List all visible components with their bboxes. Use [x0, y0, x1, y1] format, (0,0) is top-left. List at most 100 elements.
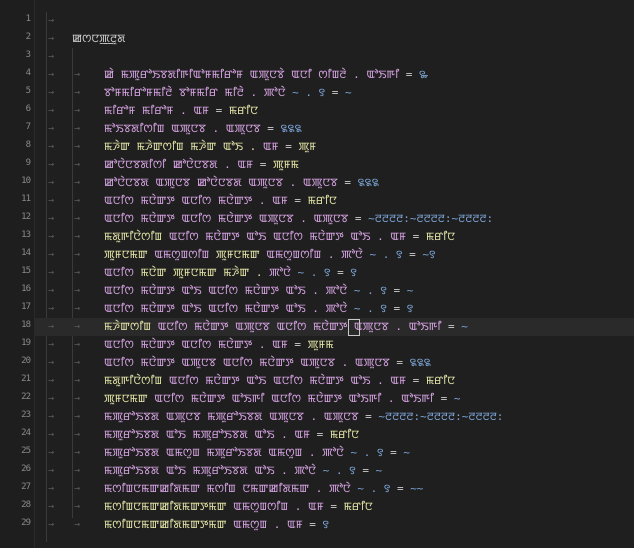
code-line[interactable]: → → ꯃꯣꯏꯕꯗꯤꯁꯤꯡ ꯑꯄꯨꯅꯕ . ꯑꯄꯨꯅꯕ = ꯲꯲꯲	[34, 120, 634, 138]
code-line[interactable]: → → ꯃꯍꯥꯛꯁꯤꯡ ꯑꯅꯤꯁ ꯃꯅꯥꯛꯇ ꯑꯄꯨꯅꯕ ꯑꯅꯤꯁ ꯃꯅꯥꯛꯇ ꯑꯄ…	[34, 318, 634, 336]
code-line[interactable]: → → ꯑꯅꯤꯁ ꯃꯅꯥꯛꯇ ꯑꯣꯏ ꯑꯅꯤꯁ ꯃꯅꯥꯛꯇ ꯑꯣꯏ . ꯄꯣꯅꯥ ~…	[34, 282, 634, 300]
tab-arrow-icon: →	[48, 357, 55, 368]
code-line[interactable]: → → ꯄꯨꯝꯅꯃꯛ ꯑꯃꯁꯨꯡꯁꯤꯡ ꯄꯨꯝꯅꯃꯛ ꯑꯃꯁꯨꯡꯁꯤꯡ . ꯄꯣꯅꯥ…	[34, 246, 634, 264]
code-token: ꯑꯝ	[272, 194, 295, 207]
code-token: ꯃꯍꯥꯛꯁꯤꯡ	[104, 320, 158, 333]
code-token: ꯑꯅꯤꯁ ꯃꯅꯥꯛꯇ ꯑꯄꯨꯅꯕ ꯑꯅꯤꯁ ꯃꯅꯥꯛꯇ ꯑꯄꯨꯅꯕ . ꯑꯣꯏꯒ…	[157, 320, 448, 333]
code-token: =	[362, 464, 376, 477]
code-token: =	[448, 320, 462, 333]
code-token: ꯑꯝ	[294, 428, 317, 441]
tab-arrow-icon: →	[74, 231, 81, 242]
code-line[interactable]: →	[34, 48, 634, 66]
tab-arrow-icon: →	[74, 501, 81, 512]
code-line[interactable]: → → ꯑꯅꯤꯁ ꯃꯅꯥꯛꯇ ꯑꯣꯏ ꯑꯅꯤꯁ ꯃꯅꯥꯛꯇ ꯑꯣꯏ . ꯄꯣꯅꯥ ~…	[34, 300, 634, 318]
tab-arrow-icon: →	[48, 87, 55, 98]
code-text: ꯑꯅꯤꯁ ꯃꯅꯥꯛꯇ ꯑꯅꯤꯁ ꯃꯅꯥꯛꯇ ꯑꯄꯨꯅꯕ . ꯑꯄꯨꯅꯕ = ~ꯂ…	[104, 210, 493, 228]
code-token: ꯑꯅꯤꯁ ꯃꯅꯥꯛꯇ ꯑꯅꯤꯁ ꯃꯅꯥꯛꯇ .	[104, 338, 273, 351]
code-line[interactable]: → → ꯑꯅꯤꯁ ꯃꯅꯥꯛꯇ ꯑꯄꯨꯅꯕ ꯑꯅꯤꯁ ꯃꯅꯥꯛꯇ ꯑꯄꯨꯅꯕ . ꯑꯄ…	[34, 354, 634, 372]
tab-arrow-icon: →	[48, 429, 55, 440]
code-text: ꯃꯁꯤꯡꯅꯃꯛꯀꯤꯗꯃꯛꯇꯃꯛ ꯑꯃꯁꯨꯡ . ꯑꯝ = ꯱	[104, 516, 329, 534]
code-line[interactable]: → → ꯀꯣꯅꯥꯅꯕꯗ ꯑꯄꯨꯅꯕ ꯀꯣꯅꯥꯅꯕꯗ ꯑꯄꯨꯅꯕ . ꯑꯄꯨꯅꯕ = …	[34, 174, 634, 192]
code-token: ꯄꯨꯝꯅꯃꯛ	[104, 248, 155, 261]
line-number: 10	[21, 176, 31, 186]
line-number: 2	[25, 32, 31, 42]
code-token: ꯃꯄꯨꯔꯣꯏꯕꯗ ꯑꯃꯁꯨꯡ ꯃꯄꯨꯔꯣꯏꯕꯗ ꯑꯃꯁꯨꯡ . ꯄꯣꯅꯥ	[104, 446, 351, 459]
code-area[interactable]: → → ꯀꯁꯅꯄ꯭ꯂꯨꯗ → → → ꯀꯥ ꯃꯄꯨꯔꯣꯏꯕꯗꯤꯒꯤꯑꯣꯝꯃꯤꯔꯣꯝ ꯑꯄꯨꯅ…	[34, 0, 634, 548]
code-line[interactable]: → → ꯑꯅꯤꯁ ꯃꯅꯥꯛꯇ ꯑꯅꯤꯁ ꯃꯅꯥꯛꯇ . ꯑꯝ = ꯄꯨꯝꯃ	[34, 336, 634, 354]
code-line[interactable]: → → ꯑꯅꯤꯁ ꯃꯅꯥꯛꯇ ꯑꯅꯤꯁ ꯃꯅꯥꯛꯇ ꯑꯄꯨꯅꯕ . ꯑꯄꯨꯅꯕ = …	[34, 210, 634, 228]
code-token: ~	[453, 392, 461, 405]
tab-arrow-icon: →	[48, 267, 55, 278]
tab-arrow-icon: →	[74, 411, 81, 422]
line-number: 28	[21, 500, 31, 510]
tab-arrow-icon: →	[48, 141, 55, 152]
code-line[interactable]: → → ꯃꯍꯥꯛ ꯃꯍꯥꯛꯁꯤꯡ ꯃꯍꯥꯛ ꯑꯣꯏ . ꯑꯝ = ꯄꯨꯝ	[34, 138, 634, 156]
code-line[interactable]: → → ꯃꯄꯨꯔꯣꯏꯕꯗ ꯑꯄꯨꯅꯕ ꯃꯄꯨꯔꯣꯏꯕꯗ ꯑꯄꯨꯅꯕ . ꯑꯄꯨꯅꯕ …	[34, 408, 634, 426]
line-number: 3	[25, 50, 31, 60]
code-line[interactable]: → → ꯄꯨꯝꯅꯃꯛ ꯑꯅꯤꯁ ꯃꯅꯥꯛꯇ ꯑꯣꯏꯒꯤ ꯑꯅꯤꯁ ꯃꯅꯥꯛꯇ ꯑꯣꯏ…	[34, 390, 634, 408]
code-token: =	[409, 248, 423, 261]
tab-arrow-icon: →	[48, 177, 55, 188]
code-line[interactable]: → → ꯀꯣꯅꯥꯅꯕꯗꯤꯁꯤ ꯀꯣꯅꯥꯅꯕꯗ . ꯑꯝ = ꯄꯨꯝꯃ	[34, 156, 634, 174]
code-token: ꯀꯥ ꯃꯄꯨꯔꯣꯏꯕꯗꯤꯒꯤꯑꯣꯝꯃꯤꯔꯣꯝ ꯑꯄꯨꯅꯕꯥ ꯑꯅꯤ ꯁꯤꯡꯂꯥ …	[104, 68, 406, 81]
tab-arrow-icon: →	[48, 285, 55, 296]
code-token: =	[344, 176, 358, 189]
code-token: ~ . ꯱	[369, 248, 410, 261]
code-token: ꯑꯅꯤꯁ ꯃꯅꯥꯛꯇ ꯑꯣꯏ ꯑꯅꯤꯁ ꯃꯅꯥꯛꯇ ꯑꯣꯏ . ꯑꯝ	[168, 374, 413, 387]
code-line[interactable]: → → ꯃꯗꯨꯒꯤꯅꯥꯁꯤꯡ ꯑꯅꯤꯁ ꯃꯅꯥꯛꯇ ꯑꯣꯏ ꯑꯅꯤꯁ ꯃꯅꯥꯛꯇ ꯑ…	[34, 228, 634, 246]
line-number: 20	[21, 356, 31, 366]
code-text: ꯀꯣꯅꯥꯅꯕꯗꯤꯁꯤ ꯀꯣꯅꯥꯅꯕꯗ . ꯑꯝ = ꯄꯨꯝꯃ	[104, 156, 299, 174]
code-line[interactable]: → → ꯑꯅꯤꯁ ꯃꯅꯥꯛꯇ ꯑꯅꯤꯁ ꯃꯅꯥꯛꯇ . ꯑꯝ = ꯃꯔꯤꯅ	[34, 192, 634, 210]
code-token: ꯑꯝ	[262, 140, 286, 153]
line-number: 19	[21, 338, 31, 348]
code-line[interactable]: → → ꯃꯁꯤꯡꯅꯃꯛꯀꯤꯗꯃꯛ ꯃꯁꯤꯡ ꯅꯃꯛꯀꯤꯗꯃꯛ . ꯄꯣꯅꯥ ~ . …	[34, 480, 634, 498]
code-token: ~ꯂꯂꯂꯂ:~ꯂꯂꯂꯂ:~ꯂꯂꯂꯂ:	[378, 410, 504, 423]
tab-arrow-icon: →	[48, 483, 55, 494]
code-token: ꯃꯔꯤꯅ	[425, 374, 456, 387]
code-token: ~ꯂꯂꯂꯂ:~ꯂꯂꯂꯂ:~ꯂꯂꯂꯂ:	[368, 212, 494, 225]
code-token: ꯲꯲꯲	[409, 356, 431, 369]
code-token: ꯱	[322, 518, 330, 531]
code-token: ꯃꯔꯤꯅ	[425, 230, 456, 243]
line-number: 14	[21, 248, 31, 258]
code-line[interactable]: → → ꯃꯁꯤꯡꯅꯃꯛꯀꯤꯗꯃꯛꯇꯃꯛ ꯑꯃꯁꯨꯡꯁꯤꯡ . ꯑꯝ = ꯃꯔꯤꯅ	[34, 498, 634, 516]
code-line[interactable]: →	[34, 12, 634, 30]
code-line[interactable]: → → ꯃꯁꯤꯡꯅꯃꯛꯀꯤꯗꯃꯛꯇꯃꯛ ꯑꯃꯁꯨꯡ . ꯑꯝ = ꯱	[34, 516, 634, 534]
code-token: ꯀꯣꯅꯥꯅꯕꯗꯤꯁꯤ ꯀꯣꯅꯥꯅꯕꯗ .	[104, 158, 238, 171]
line-number: 15	[21, 266, 31, 276]
code-line[interactable]: → → ꯃꯄꯨꯔꯣꯏꯕꯗ ꯑꯃꯁꯨꯡ ꯃꯄꯨꯔꯣꯏꯕꯗ ꯑꯃꯁꯨꯡ . ꯄꯣꯅꯥ ~…	[34, 444, 634, 462]
code-text: ꯃꯁꯤꯡꯅꯃꯛꯀꯤꯗꯃꯛ ꯃꯁꯤꯡ ꯅꯃꯛꯀꯤꯗꯃꯛ . ꯄꯣꯅꯥ ~ . ꯱ …	[104, 480, 423, 498]
tab-arrow-icon: →	[74, 285, 81, 296]
code-line[interactable]: → → ꯕꯣꯝꯃꯤꯔꯣꯝꯃꯤꯂꯥ ꯕꯣꯝꯃꯤꯔ ꯃꯤꯂꯥ . ꯄꯣꯅꯥ ~ . ꯱ …	[34, 84, 634, 102]
tab-arrow-icon: →	[74, 267, 81, 278]
code-token: =	[412, 374, 426, 387]
code-token: ꯄꯣꯅꯥ	[269, 266, 298, 279]
line-number: 12	[21, 212, 31, 222]
code-token: ꯱	[350, 266, 357, 279]
text-cursor	[348, 319, 360, 336]
tab-arrow-icon: →	[74, 393, 81, 404]
code-token: =	[294, 338, 308, 351]
code-line[interactable]: → ꯀꯁꯅꯄ꯭ꯂꯨꯗ	[34, 30, 634, 48]
line-number: 6	[25, 104, 31, 114]
tab-arrow-icon: →	[74, 321, 81, 332]
code-line[interactable]: → → ꯃꯄꯨꯔꯣꯏꯕꯗ ꯑꯣꯏ ꯃꯄꯨꯔꯣꯏꯕꯗ ꯑꯣꯏ . ꯑꯝ = ꯃꯔꯤꯅ	[34, 426, 634, 444]
code-text: ꯃꯗꯨꯒꯤꯅꯥꯁꯤꯡ ꯑꯅꯤꯁ ꯃꯅꯥꯛꯇ ꯑꯣꯏ ꯑꯅꯤꯁ ꯃꯅꯥꯛꯇ ꯑꯣꯏ…	[104, 228, 455, 246]
code-line[interactable]: → → ꯀꯥ ꯃꯄꯨꯔꯣꯏꯕꯗꯤꯒꯤꯑꯣꯝꯃꯤꯔꯣꯝ ꯑꯄꯨꯅꯕꯥ ꯑꯅꯤ ꯁꯤꯡꯂ…	[34, 66, 634, 84]
tab-arrow-icon: →	[48, 123, 55, 134]
code-token: ꯑꯅꯤꯁ	[104, 266, 141, 279]
code-token: =	[354, 212, 369, 225]
code-line[interactable]: → → ꯑꯅꯤꯁ ꯃꯅꯥꯛ ꯄꯨꯝꯅꯃꯛ ꯃꯍꯥꯛ . ꯄꯣꯅꯥ ~ . ꯱ = ꯱	[34, 264, 634, 282]
code-text: ꯀꯣꯅꯥꯅꯕꯗ ꯑꯄꯨꯅꯕ ꯀꯣꯅꯥꯅꯕꯗ ꯑꯄꯨꯅꯕ . ꯑꯄꯨꯅꯕ = ꯲꯲…	[104, 174, 379, 192]
tab-arrow-icon: →	[74, 447, 81, 458]
tab-arrow-icon: →	[48, 231, 55, 242]
code-token: ꯑꯅꯤꯁ ꯃꯅꯥꯛꯇ ꯑꯣꯏ ꯑꯅꯤꯁ ꯃꯅꯥꯛꯇ ꯑꯣꯏ . ꯄꯣꯅꯥ	[104, 284, 354, 297]
tab-arrow-icon: →	[48, 105, 55, 116]
code-line[interactable]: → → ꯃꯗꯨꯒꯤꯅꯥꯁꯤꯡ ꯑꯅꯤꯁ ꯃꯅꯥꯛꯇ ꯑꯣꯏ ꯑꯅꯤꯁ ꯃꯅꯥꯛꯇ ꯑ…	[34, 372, 634, 390]
code-line[interactable]: → → ꯃꯄꯨꯔꯣꯏꯕꯗ ꯑꯣꯏ ꯃꯄꯨꯔꯣꯏꯕꯗ ꯑꯣꯏ . ꯄꯣꯅꯥ ~ . ꯱…	[34, 462, 634, 480]
code-token: ꯃꯄꯨꯔꯣꯏꯕꯗ ꯑꯄꯨꯅꯕ ꯃꯄꯨꯔꯣꯏꯕꯗ ꯑꯄꯨꯅꯕ . ꯑꯄꯨꯅꯕ	[104, 410, 366, 423]
code-token: =	[393, 302, 407, 315]
code-editor[interactable]: 1 2 3 4 5 6 7 8 9 10 11 12 13 14 15 16 17 18 19 20 21 22 23 24 2…	[0, 0, 634, 548]
code-line[interactable]: → → ꯃꯤꯔꯣꯝ ꯃꯤꯔꯣꯝ . ꯑꯝ = ꯃꯔꯤꯅ	[34, 102, 634, 120]
line-number: 9	[25, 158, 31, 168]
